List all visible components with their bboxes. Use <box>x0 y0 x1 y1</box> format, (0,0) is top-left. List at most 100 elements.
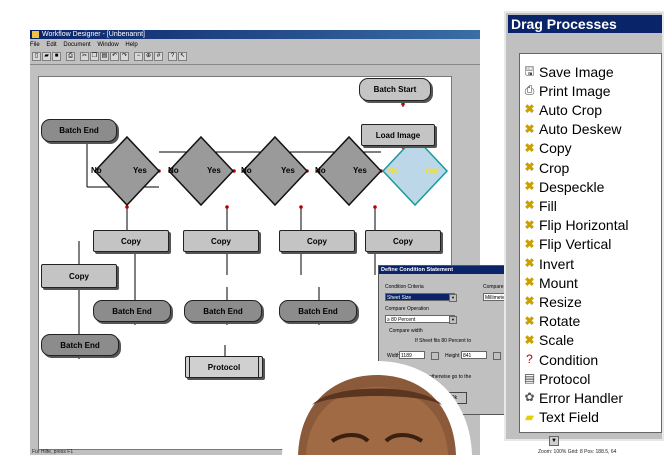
process-item-crop[interactable]: ✖ Crop <box>522 158 569 177</box>
grid-icon[interactable]: # <box>154 52 163 61</box>
new-icon[interactable]: ▯ <box>32 52 41 61</box>
batch-start-node[interactable]: Batch Start <box>359 78 431 101</box>
height-spinner-icon[interactable] <box>493 352 501 360</box>
tool-icon: ✖ <box>524 294 535 309</box>
process-item-error-handler[interactable]: ✿ Error Handler <box>522 388 623 407</box>
batch-end-node-top[interactable]: Batch End <box>41 119 117 142</box>
diamond-5-no-label: No <box>388 166 399 175</box>
process-item-invert[interactable]: ✖ Invert <box>522 254 574 273</box>
batch-end-node-3[interactable]: Batch End <box>279 300 357 322</box>
tool-icon: ✖ <box>524 313 535 328</box>
compare-width-label: Compare width <box>389 328 423 334</box>
error-handler-icon: ✿ <box>524 390 535 405</box>
process-item-label: Crop <box>539 159 570 176</box>
process-item-text-field[interactable]: ▰ Text Field <box>522 408 599 427</box>
zoom-out-icon[interactable]: − <box>134 52 143 61</box>
process-item-label: Flip Vertical <box>539 236 612 253</box>
toolbar: ▯ ▰ ■ ⎙ ✂ ❐ ▤ ↶ ↷ − ⊕ # ? ↖ <box>30 51 480 65</box>
process-item-flip-vertical[interactable]: ✖ Flip Vertical <box>522 235 611 254</box>
paste-icon[interactable]: ▤ <box>100 52 109 61</box>
menu-document[interactable]: Document <box>63 42 90 48</box>
drag-processes-panel: Drag Processes 🖫 Save Image ⎙ Print Image ✖ A… <box>504 11 664 441</box>
help-icon[interactable]: ? <box>168 52 177 61</box>
presenter-face-photo <box>272 355 482 455</box>
scroll-down-icon[interactable]: ▼ <box>549 436 559 446</box>
process-item-print-image[interactable]: ⎙ Print Image <box>522 81 611 100</box>
process-item-label: Scale <box>539 332 575 349</box>
cut-icon[interactable]: ✂ <box>80 52 89 61</box>
criteria-dropdown-icon[interactable]: ▼ <box>449 294 457 302</box>
process-item-label: Protocol <box>539 370 591 387</box>
copy-node-left[interactable]: Copy <box>41 264 117 288</box>
tool-icon: ✖ <box>524 102 535 117</box>
process-item-despeckle[interactable]: ✖ Despeckle <box>522 177 604 196</box>
process-item-resize[interactable]: ✖ Resize <box>522 292 581 311</box>
tool-icon: ✖ <box>524 179 535 194</box>
process-item-condition[interactable]: ? Condition <box>522 350 598 369</box>
process-item-auto-crop[interactable]: ✖ Auto Crop <box>522 100 602 119</box>
text-field-icon: ▰ <box>524 409 535 424</box>
process-item-mount[interactable]: ✖ Mount <box>522 273 577 292</box>
diamond-2-no-label: No <box>168 166 179 175</box>
redo-icon[interactable]: ↷ <box>120 52 129 61</box>
tool-icon: ✖ <box>524 275 535 290</box>
diamond-4-no-label: No <box>315 166 326 175</box>
copy-node-1[interactable]: Copy <box>93 230 169 252</box>
tool-icon: ✖ <box>524 121 535 136</box>
process-item-scale[interactable]: ✖ Scale <box>522 331 574 350</box>
menu-edit[interactable]: Edit <box>46 42 56 48</box>
tool-icon: ✖ <box>524 217 535 232</box>
process-item-label: Text Field <box>539 409 599 426</box>
process-item-flip-horizontal[interactable]: ✖ Flip Horizontal <box>522 216 628 235</box>
process-item-auto-deskew[interactable]: ✖ Auto Deskew <box>522 120 621 139</box>
title-bar: Workflow Designer - [Unbenannt] <box>30 30 480 39</box>
tool-icon: ✖ <box>524 198 535 213</box>
menu-window[interactable]: Window <box>97 42 118 48</box>
process-item-label: Flip Horizontal <box>539 217 629 234</box>
copy-node-3[interactable]: Copy <box>279 230 355 252</box>
menu-bar: File Edit Document Window Help <box>30 40 480 50</box>
panel-title: Drag Processes <box>508 15 662 33</box>
menu-help[interactable]: Help <box>125 42 137 48</box>
copy-icon[interactable]: ❐ <box>90 52 99 61</box>
diamond-3-yes-label: Yes <box>281 166 295 175</box>
copy-node-4[interactable]: Copy <box>365 230 441 252</box>
operation-dropdown-icon[interactable]: ▼ <box>449 316 457 324</box>
copy-node-2[interactable]: Copy <box>183 230 259 252</box>
batch-end-node-left[interactable]: Batch End <box>41 334 119 356</box>
zoom-in-icon[interactable]: ⊕ <box>144 52 153 61</box>
app-icon <box>32 31 39 38</box>
diamond-4-yes-label: Yes <box>353 166 367 175</box>
process-item-label: Invert <box>539 255 575 272</box>
diamond-3-no-label: No <box>241 166 252 175</box>
process-item-label: Save Image <box>539 63 614 80</box>
criteria-label: Condition Criteria <box>385 284 424 290</box>
process-list[interactable]: 🖫 Save Image ⎙ Print Image ✖ Auto Crop ✖ Auto D… <box>519 53 662 433</box>
process-item-label: Error Handler <box>539 389 624 406</box>
dialog-title: Define Condition Statement <box>379 266 509 274</box>
process-item-fill[interactable]: ✖ Fill <box>522 196 556 215</box>
batch-end-node-2[interactable]: Batch End <box>184 300 262 322</box>
compare-label: Compare <box>483 284 504 290</box>
batch-end-node-1[interactable]: Batch End <box>93 300 171 322</box>
criteria-select[interactable]: Sheet Size <box>385 293 455 301</box>
open-icon[interactable]: ▰ <box>42 52 51 61</box>
protocol-node[interactable]: Protocol <box>185 356 263 378</box>
undo-icon[interactable]: ↶ <box>110 52 119 61</box>
save-icon[interactable]: ■ <box>52 52 61 61</box>
load-image-node[interactable]: Load Image <box>361 124 435 146</box>
diamond-5-yes-label: Yes <box>424 166 438 175</box>
tool-icon: ✖ <box>524 140 535 155</box>
print-icon[interactable]: ⎙ <box>66 52 75 61</box>
process-item-protocol[interactable]: ▤ Protocol <box>522 369 591 388</box>
window-title: Workflow Designer - [Unbenannt] <box>42 31 145 38</box>
protocol-icon: ▤ <box>523 371 536 386</box>
condition-if-text: If Sheet fits 80 Percent to <box>415 338 472 344</box>
process-item-save-image[interactable]: 🖫 Save Image <box>522 62 614 81</box>
operation-select[interactable]: ≥ 80 Percent <box>385 315 455 323</box>
tool-icon: ✖ <box>524 160 535 174</box>
menu-file[interactable]: File <box>30 42 40 48</box>
process-item-rotate[interactable]: ✖ Rotate <box>522 312 580 331</box>
process-item-copy[interactable]: ✖ Copy <box>522 139 571 158</box>
context-help-icon[interactable]: ↖ <box>178 52 187 61</box>
